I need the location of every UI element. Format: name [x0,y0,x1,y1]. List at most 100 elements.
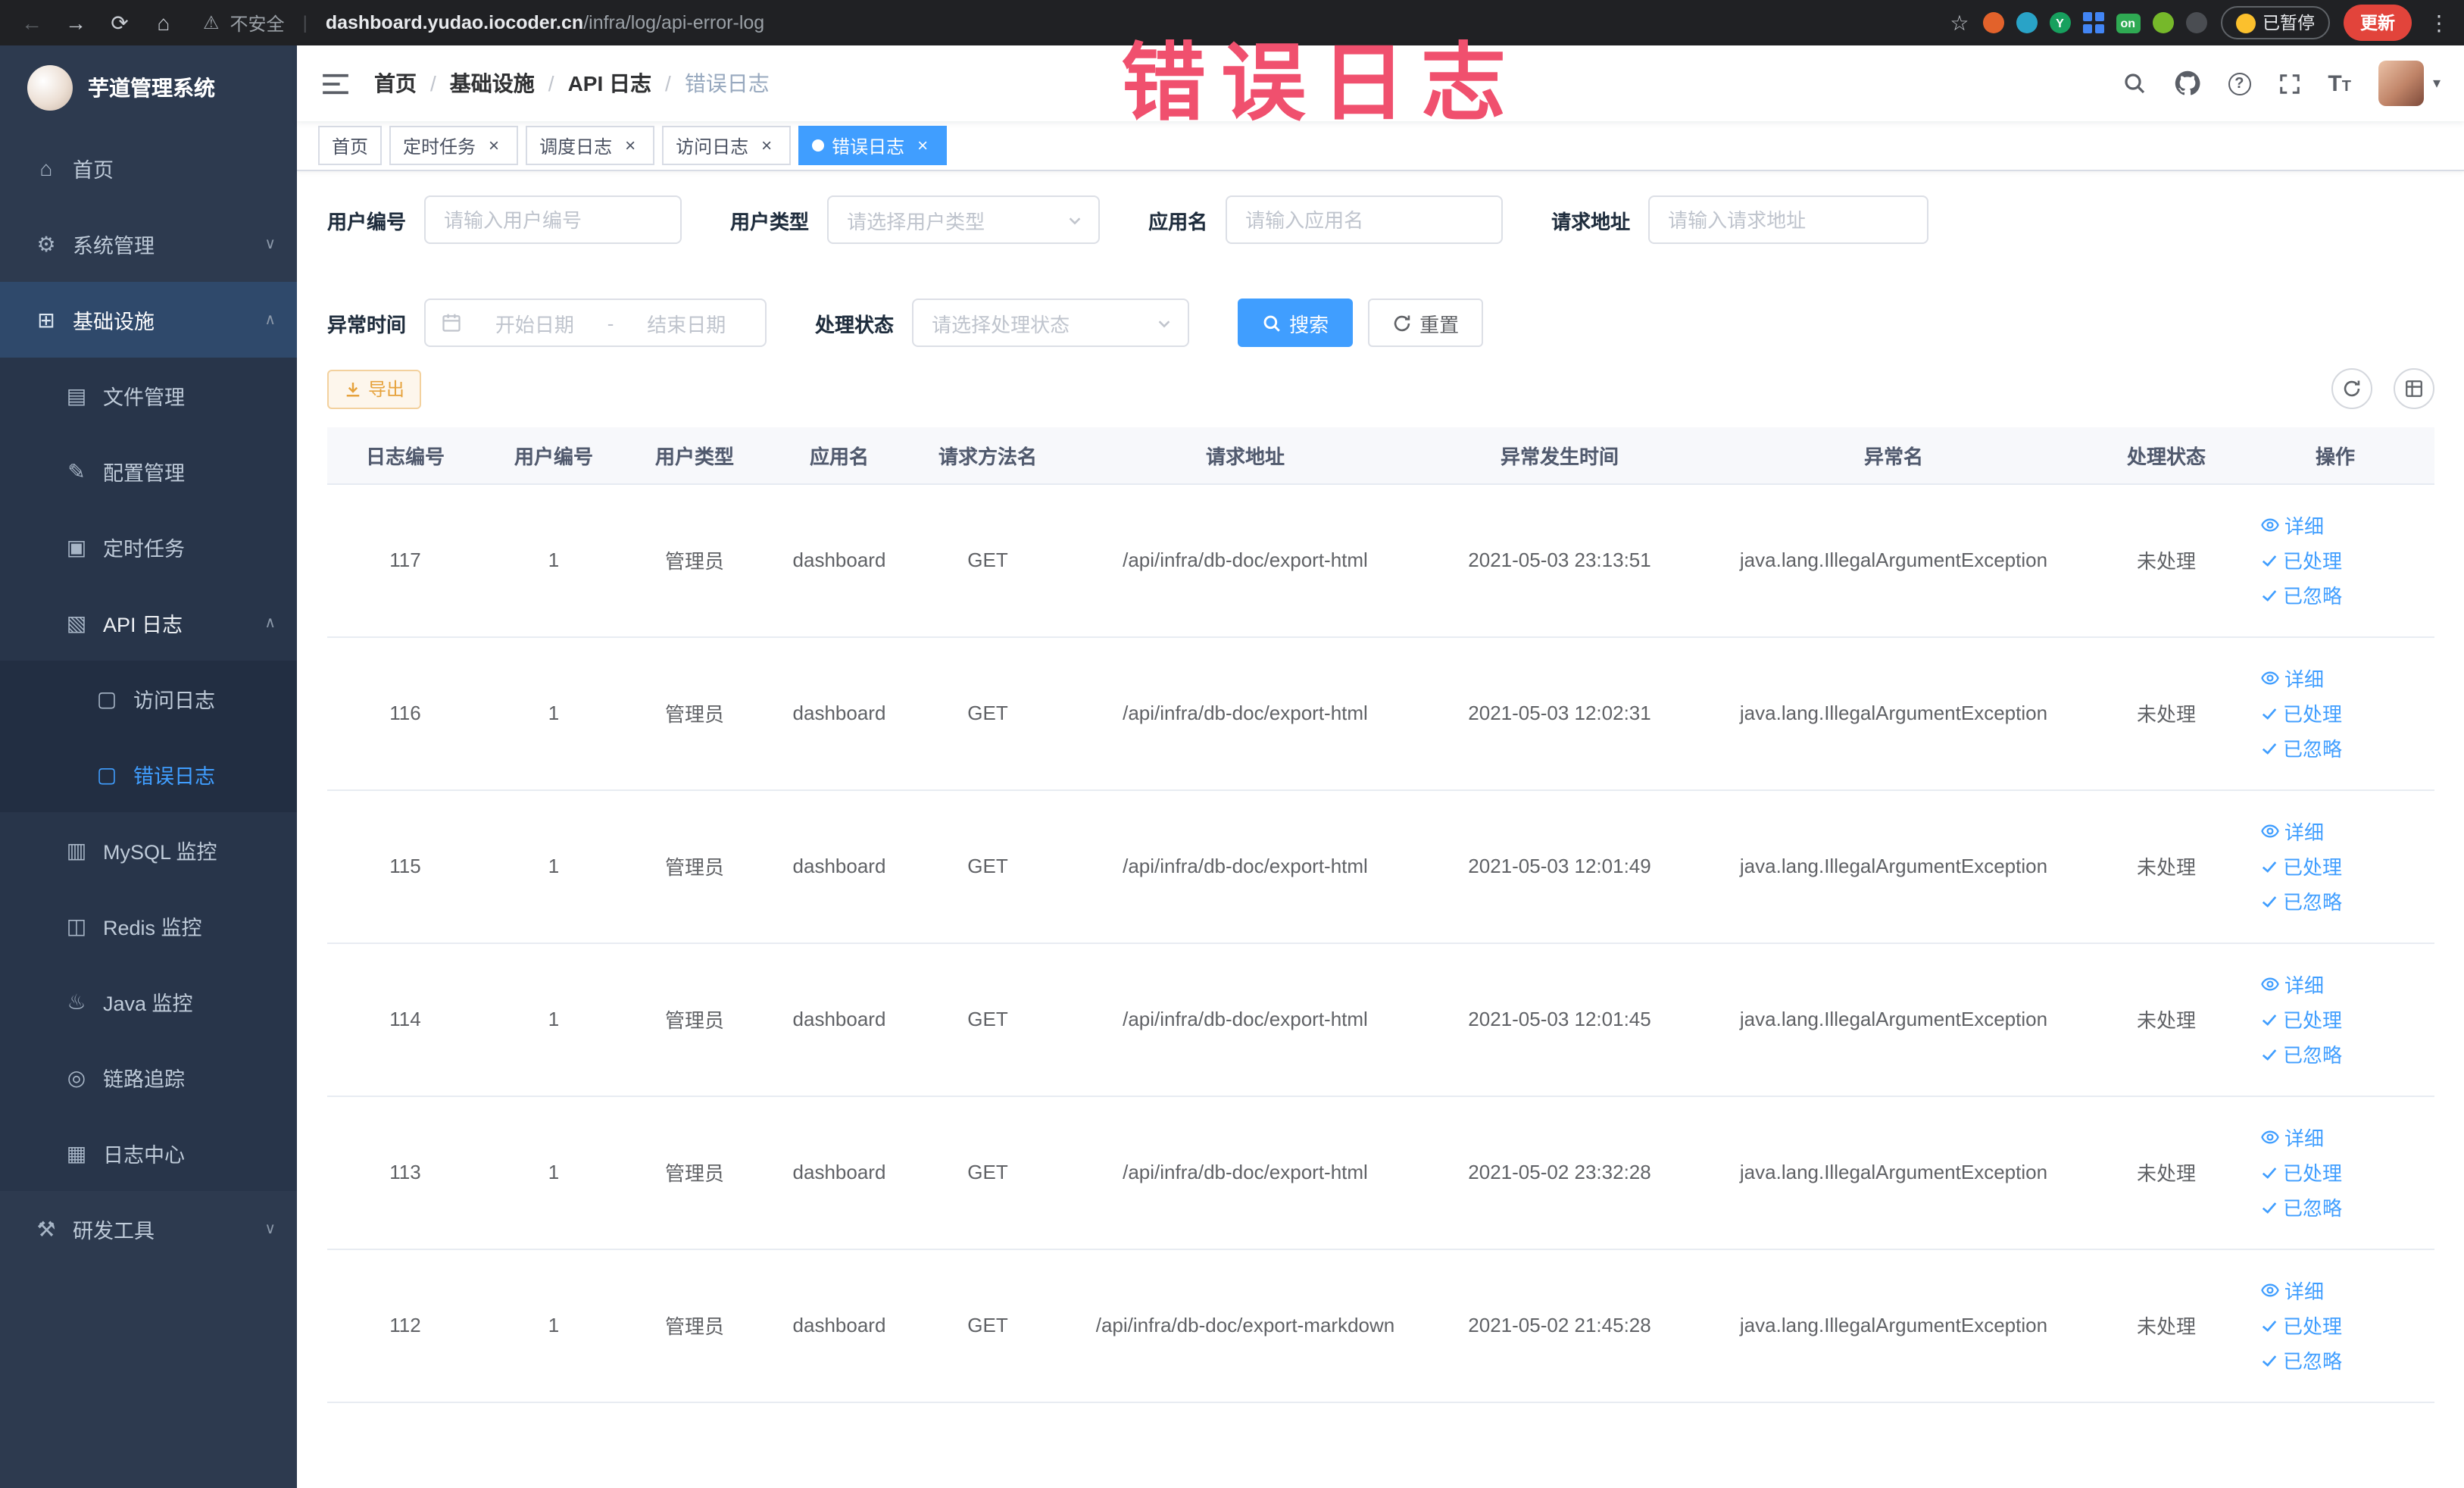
sidebar-item-redis-monitor[interactable]: ◫ Redis 监控 [0,888,297,964]
row-action-detail[interactable]: 详细 [2260,817,2324,846]
file-icon: ▤ [66,383,87,407]
sidebar-item-label: 文件管理 [103,386,185,409]
user-id-input[interactable] [424,195,682,244]
browser-chrome: ← → ⟳ ⌂ ⚠ 不安全 | dashboard.yudao.iocoder.… [0,0,2464,45]
process-status-select[interactable]: 请选择处理状态 [912,299,1190,347]
sidebar-item-dev-tools[interactable]: ⚒ 研发工具 ∨ [0,1191,297,1267]
column-settings-button[interactable] [2394,368,2434,409]
breadcrumb-item[interactable]: 首页 [374,68,417,98]
extension-icon-dark[interactable] [2185,12,2206,33]
sidebar-item-file-management[interactable]: ▤ 文件管理 [0,358,297,433]
sidebar-item-log-center[interactable]: ▦ 日志中心 [0,1115,297,1191]
table-row: 112 1 管理员 dashboard GET /api/infra/db-do… [327,1249,2434,1402]
user-menu[interactable]: ▾ [2378,61,2441,106]
row-action-processed[interactable]: 已处理 [2260,699,2342,727]
column-header: 日志编号 [327,427,483,484]
sidebar-item-access-logs[interactable]: ▢ 访问日志 [0,661,297,736]
extension-icon-on-badge[interactable]: on [2116,13,2140,33]
extension-icon-orange[interactable] [1982,12,2004,33]
extension-icon-green-y[interactable]: Y [2049,12,2071,33]
sidebar-item-label: 错误日志 [133,765,215,788]
row-action-detail[interactable]: 详细 [2260,664,2324,692]
sidebar-item-config-management[interactable]: ✎ 配置管理 [0,433,297,509]
row-actions: 详细 已处理 已忽略 [2242,1276,2428,1374]
tab-访问日志[interactable]: 访问日志 × [662,126,792,165]
cell-app-name: dashboard [765,1096,913,1249]
row-action-ignored[interactable]: 已忽略 [2260,733,2342,762]
search-button[interactable]: 搜索 [1238,299,1354,347]
github-icon[interactable] [2173,70,2200,97]
sidebar-item-system-management[interactable]: ⚙ 系统管理 ∨ [0,206,297,282]
row-action-processed[interactable]: 已处理 [2260,545,2342,574]
row-action-ignored[interactable]: 已忽略 [2260,1039,2342,1068]
tab-定时任务[interactable]: 定时任务 × [389,126,519,165]
request-url-input[interactable] [1648,195,1929,244]
cell-process-status: 未处理 [2097,483,2236,637]
page-content: 用户编号 用户类型 请选择用户类型 应用名 [297,171,2464,1488]
row-action-processed[interactable]: 已处理 [2260,852,2342,880]
row-action-detail[interactable]: 详细 [2260,1276,2324,1305]
tab-调度日志[interactable]: 调度日志 × [526,126,655,165]
row-action-ignored[interactable]: 已忽略 [2260,580,2342,609]
forward-icon[interactable]: → [59,11,92,35]
close-icon[interactable]: × [756,135,777,156]
user-type-select[interactable]: 请选择用户类型 [827,195,1101,244]
close-icon[interactable]: × [620,135,641,156]
sidebar-item-home[interactable]: ⌂ 首页 [0,130,297,206]
sidebar-item-api-logs[interactable]: ▧ API 日志 ∧ [0,585,297,661]
breadcrumb-item[interactable]: API 日志 [568,68,651,98]
tab-错误日志[interactable]: 错误日志 × [798,126,948,165]
tags-bar: 首页 定时任务 × 调度日志 × 访问日志 × 错误日志 × [297,121,2464,171]
row-action-ignored[interactable]: 已忽略 [2260,886,2342,915]
update-button[interactable]: 更新 [2344,5,2412,41]
sidebar-item-error-logs[interactable]: ▢ 错误日志 [0,736,297,812]
tab-label: 调度日志 [539,136,613,157]
row-action-processed[interactable]: 已处理 [2260,1311,2342,1340]
cell-exception-name: java.lang.IllegalArgumentException [1691,1096,2097,1249]
tab-首页[interactable]: 首页 [318,126,383,165]
tab-label: 错误日志 [832,136,905,157]
search-icon[interactable] [2122,71,2146,95]
row-action-ignored[interactable]: 已忽略 [2260,1346,2342,1374]
hamburger-icon[interactable] [321,72,350,95]
fullscreen-icon[interactable] [2278,72,2300,95]
address-bar[interactable]: dashboard.yudao.iocoder.cn/infra/log/api… [326,12,764,33]
sidebar-item-scheduled-tasks[interactable]: ▣ 定时任务 [0,509,297,585]
date-range-picker[interactable]: 开始日期 - 结束日期 [424,299,767,347]
browser-home-icon[interactable]: ⌂ [147,11,180,35]
close-icon[interactable]: × [912,135,933,156]
reload-icon[interactable]: ⟳ [103,10,136,36]
extension-icon-leaf[interactable] [2152,12,2173,33]
row-action-processed[interactable]: 已处理 [2260,1158,2342,1186]
extension-icon-grid[interactable] [2082,12,2104,33]
row-action-detail[interactable]: 详细 [2260,1123,2324,1152]
paused-badge[interactable]: 已暂停 [2220,6,2330,39]
export-button[interactable]: 导出 [327,369,422,408]
sidebar-item-infrastructure[interactable]: ⊞ 基础设施 ∧ [0,282,297,358]
row-action-processed[interactable]: 已处理 [2260,1005,2342,1033]
breadcrumb-item[interactable]: 基础设施 [450,68,535,98]
sidebar-item-mysql-monitor[interactable]: ▥ MySQL 监控 [0,812,297,888]
sidebar-item-link-tracing[interactable]: ◎ 链路追踪 [0,1039,297,1115]
download-icon [346,382,360,396]
extension-icon-teal[interactable] [2016,12,2038,33]
refresh-icon [1394,314,1410,331]
reset-button[interactable]: 重置 [1368,299,1484,347]
kebab-menu-icon[interactable]: ⋮ [2428,10,2450,36]
help-icon[interactable]: ? [2228,72,2251,95]
navbar-actions: ? TT ▾ [2122,61,2441,106]
chevron-up-icon: ∧ [264,614,276,631]
refresh-button[interactable] [2331,368,2372,409]
close-icon[interactable]: × [483,135,504,156]
redis-icon: ◫ [66,913,87,937]
row-action-detail[interactable]: 详细 [2260,511,2324,539]
tools-icon: ⚒ [36,1216,56,1240]
font-size-icon[interactable]: TT [2328,72,2351,95]
sidebar-item-java-monitor[interactable]: ♨ Java 监控 [0,964,297,1039]
row-action-detail[interactable]: 详细 [2260,970,2324,999]
bookmark-star-icon[interactable]: ☆ [1950,10,1969,36]
row-action-ignored[interactable]: 已忽略 [2260,1193,2342,1221]
app-name-input[interactable] [1226,195,1504,244]
back-icon[interactable]: ← [15,11,48,35]
java-icon: ♨ [67,989,86,1013]
